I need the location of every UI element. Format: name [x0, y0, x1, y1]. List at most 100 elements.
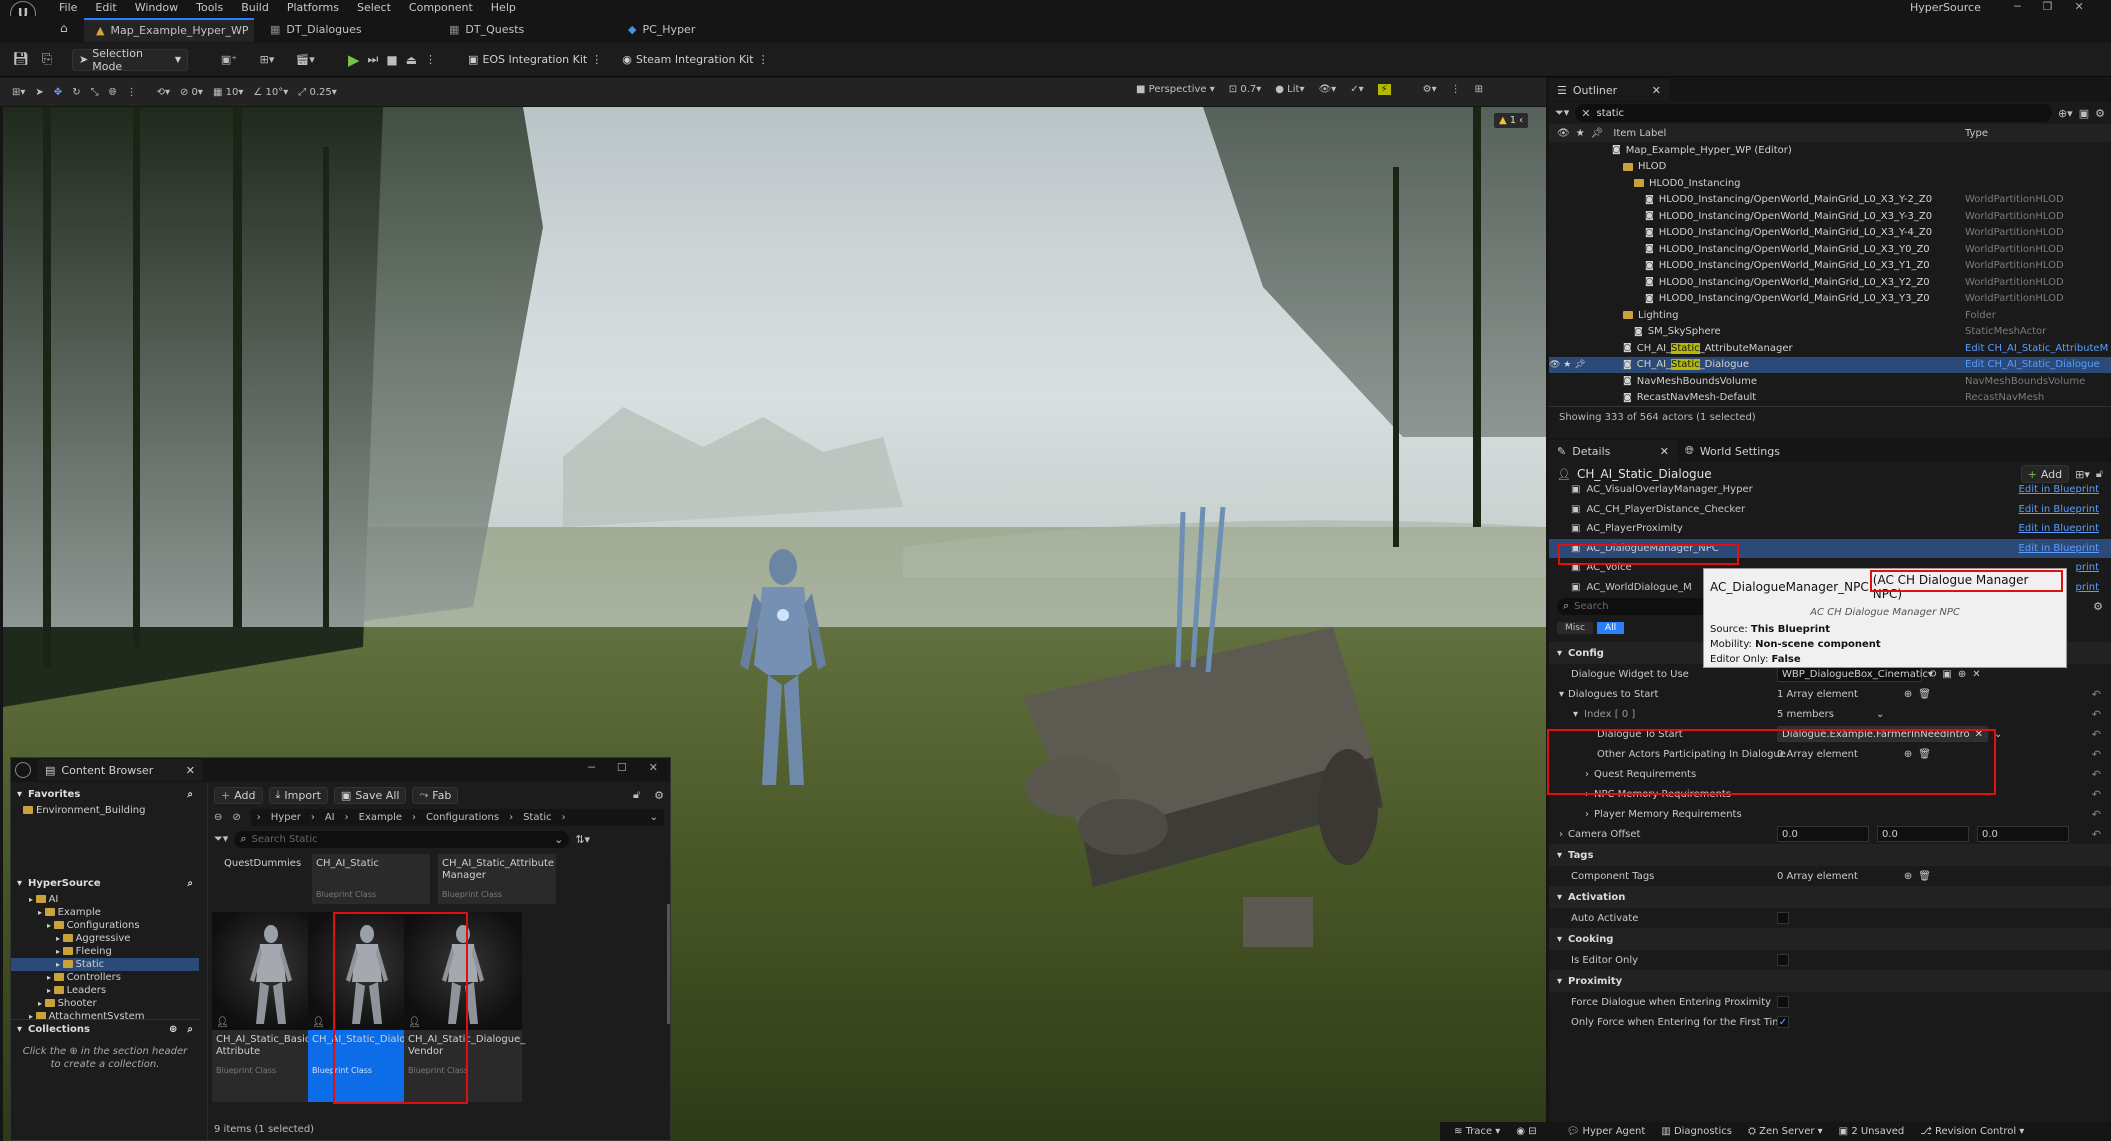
section-proximity[interactable]: ▾ Proximity [1549, 970, 2111, 992]
browse-icon[interactable]: ⟲ [1928, 669, 1936, 680]
dialogue-widget-select[interactable]: WBP_DialogueBox_Cinematic ▾ [1777, 666, 1933, 682]
tab-dt-dialogues[interactable]: ▦ DT_Dialogues [258, 18, 433, 42]
reset-icon[interactable]: ↶ [2092, 728, 2101, 741]
prop-player-memory-requirements[interactable]: › Player Memory Requirements ↶ [1549, 804, 2111, 824]
favorite-item[interactable]: Environment_Building [11, 804, 199, 817]
scale-icon[interactable]: ⤡ [91, 87, 99, 98]
tab-pc-hyper[interactable]: ◆ PC_Hyper [616, 18, 766, 42]
outliner-row[interactable]: ◙ HLOD0_Instancing/OpenWorld_MainGrid_L0_… [1549, 258, 2111, 275]
pin-icon[interactable]: 📌︎ [1591, 128, 1604, 139]
stop-icon[interactable]: ■ [386, 53, 397, 67]
folder-tree-item[interactable]: ▸ Fleeing [11, 945, 199, 958]
camera-offset-z[interactable]: 0.0 [1977, 826, 2069, 842]
reset-icon[interactable]: ↶ [2092, 688, 2101, 701]
section-activation[interactable]: ▾ Activation [1549, 886, 2111, 908]
more-icon[interactable]: ⋮ [1451, 84, 1461, 95]
menu-help[interactable]: Help [482, 1, 525, 15]
performance-icon[interactable]: ✓▾ [1350, 84, 1363, 95]
add-collection-icon[interactable]: ⊕ [169, 1024, 177, 1035]
collections-header[interactable]: Collections [28, 1024, 90, 1035]
trace-menu[interactable]: ≋ Trace ▾ [1454, 1126, 1500, 1137]
scale-snap-value[interactable]: ⤢ 0.25▾ [298, 87, 336, 98]
delete-icon[interactable]: 🗑︎ [1918, 689, 1931, 700]
close-icon[interactable]: ✕ [1652, 84, 1661, 97]
add-actor-icon[interactable]: ▣⁺ [214, 53, 244, 66]
lock-icon[interactable]: 🔓︎ [2096, 467, 2103, 481]
asset-tile[interactable]: CH_AI_Static_Attribute Manager Blueprint … [438, 854, 556, 904]
outliner-search-input[interactable]: ✕ static [1575, 104, 2052, 122]
blueprint-options-icon[interactable]: ⊞▾ [2075, 468, 2090, 481]
delete-icon[interactable]: 🗑︎ [1918, 871, 1931, 882]
folder-icon[interactable]: ▣ [1942, 669, 1951, 680]
folder-tree-item[interactable]: ▸ AI [11, 893, 199, 906]
rotate-icon[interactable]: ↻ [72, 87, 80, 98]
sort-icon[interactable]: ⇅▾ [575, 833, 590, 846]
menu-select[interactable]: Select [348, 1, 400, 15]
outliner-row[interactable]: HLOD [1549, 159, 2111, 176]
chevron-down-icon[interactable]: ⌄ [1876, 709, 1884, 720]
folder-tree-item[interactable]: ▸ Leaders [11, 984, 199, 997]
rotate-snap-icon[interactable]: ⟲▾ [157, 87, 170, 98]
world-icon[interactable]: 🌐︎ [109, 87, 117, 98]
surface-snap-icon[interactable]: ⋮ [127, 87, 137, 98]
eject-icon[interactable]: ⏏ [406, 53, 417, 67]
chevron-down-icon[interactable]: ⌄ [650, 812, 658, 823]
outliner-row[interactable]: ◙ HLOD0_Instancing/OpenWorld_MainGrid_L0_… [1549, 208, 2111, 225]
show-dropdown-icon[interactable]: 👁︎▾ [1318, 84, 1336, 95]
outliner-row[interactable]: ◙ CH_AI_Static_AttributeManager Edit CH_AI… [1549, 340, 2111, 357]
eos-integration-kit-button[interactable]: ▣ EOS Integration Kit ⋮ [462, 49, 608, 71]
cinematics-icon[interactable]: 🎬︎▾ [290, 53, 320, 66]
revision-control-button[interactable]: ⎇ Revision Control ▾ [1920, 1126, 2024, 1137]
zen-server-button[interactable]: ⛭ Zen Server ▾ [1748, 1126, 1823, 1137]
settings-dropdown-icon[interactable]: ⚙▾ [1423, 84, 1437, 95]
folder-tree-item[interactable]: ▸ Configurations [11, 919, 199, 932]
edit-in-blueprint-link[interactable]: print [2076, 582, 2100, 593]
unsaved-button[interactable]: ▣ 2 Unsaved [1839, 1126, 1905, 1137]
maximize-icon[interactable]: ☐ [617, 761, 627, 774]
clear-icon[interactable]: ✕ [1972, 669, 1980, 680]
warning-badge[interactable]: ▲ 1 ‹ [1494, 113, 1529, 128]
blueprint-menu-icon[interactable]: ⊞▾ [252, 53, 282, 66]
outliner-row[interactable]: ◙ RecastNavMesh-Default RecastNavMesh [1549, 390, 2111, 407]
camera-offset-x[interactable]: 0.0 [1777, 826, 1869, 842]
character-mannequin[interactable] [728, 545, 838, 795]
outliner-row-type[interactable]: Edit CH_AI_Static_AttributeM [1965, 343, 2108, 354]
section-tags[interactable]: ▾ Tags [1549, 844, 2111, 866]
outliner-row[interactable]: 👁︎ ★ 📌︎ ◙ CH_AI_Static_Dialogue Edit CH_AI_… [1549, 356, 2111, 373]
tab-world-settings[interactable]: 🌐︎ World Settings [1677, 440, 1788, 462]
settings-icon[interactable]: ⚙ [2093, 600, 2103, 613]
edit-in-blueprint-link[interactable]: print [2076, 562, 2100, 573]
outliner-row[interactable]: ◙ HLOD0_Instancing/OpenWorld_MainGrid_L0_… [1549, 192, 2111, 209]
menu-platforms[interactable]: Platforms [278, 1, 348, 15]
force-dialogue-checkbox[interactable] [1777, 996, 1789, 1008]
search-icon[interactable]: ⌕ [187, 1024, 193, 1035]
favorites-header[interactable]: Favorites [28, 789, 80, 800]
folder-tree-item[interactable]: ▸ Shooter [11, 997, 199, 1010]
step-icon[interactable]: ⏭ [368, 52, 379, 67]
filter-all[interactable]: All [1596, 622, 1625, 634]
add-element-icon[interactable]: ⊕ [1904, 871, 1912, 882]
search-icon[interactable]: ⌕ [187, 878, 193, 889]
folder-tree-item[interactable]: ▸ Static [11, 958, 199, 971]
forward-icon[interactable]: ⊘ [232, 812, 240, 823]
outliner-row[interactable]: ◙ HLOD0_Instancing/OpenWorld_MainGrid_L0_… [1549, 274, 2111, 291]
add-icon[interactable]: ⊕ [1958, 669, 1966, 680]
filter-icon[interactable]: ⏷▾ [1555, 106, 1569, 120]
play-icon[interactable]: ▶ [348, 51, 360, 69]
close-icon[interactable]: ✕ [186, 764, 195, 777]
crumb-ai[interactable]: AI [325, 812, 335, 823]
asset-tile[interactable]: CH_AI_Static Blueprint Class [312, 854, 430, 904]
editor-only-checkbox[interactable] [1777, 954, 1789, 966]
folder-tree-item[interactable]: ▸ Example [11, 906, 199, 919]
auto-activate-checkbox[interactable] [1777, 912, 1789, 924]
angle-snap-value[interactable]: ∠ 10°▾ [253, 87, 288, 98]
close-icon[interactable]: ✕ [2075, 0, 2084, 13]
edit-in-blueprint-link[interactable]: Edit in Blueprint [2019, 543, 2099, 554]
crumb-static[interactable]: Static [523, 812, 552, 823]
menu-component[interactable]: Component [400, 1, 482, 15]
minimize-icon[interactable]: ─ [2014, 0, 2021, 13]
filter-misc[interactable]: Misc [1557, 622, 1593, 634]
home-icon[interactable]: ⌂ [60, 21, 68, 35]
cb-search-input[interactable]: ⌕ Search Static ⌄ [234, 830, 570, 848]
outliner-row[interactable]: ◙ Map_Example_Hyper_WP (Editor) [1549, 142, 2111, 159]
